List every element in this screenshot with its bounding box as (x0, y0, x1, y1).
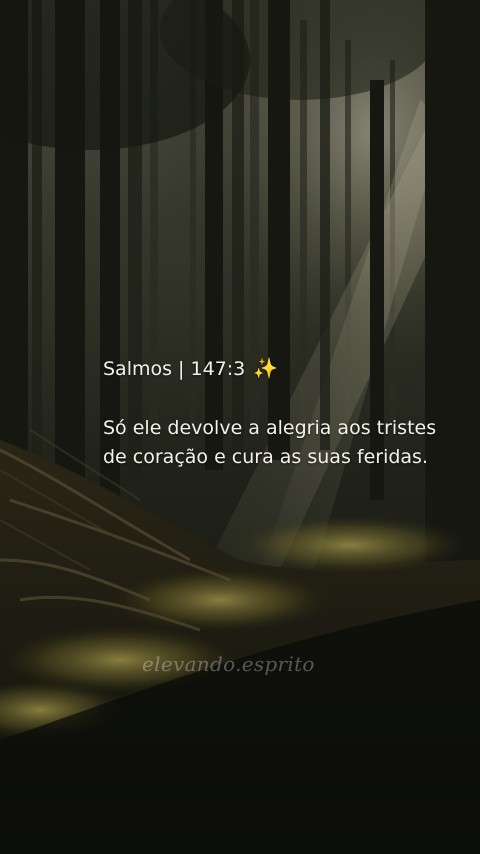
verse-reference: Salmos | 147:3 (103, 358, 246, 380)
verse-text: Só ele devolve a alegria aos tristes de … (103, 417, 437, 468)
verse-caption: Salmos | 147:3 ✨ Só ele devolve a alegri… (103, 354, 443, 472)
watermark-handle: elevando.esprito (142, 652, 315, 676)
sparkle-icon: ✨ (253, 356, 279, 380)
verse-reference-line: Salmos | 147:3 ✨ (103, 354, 443, 383)
